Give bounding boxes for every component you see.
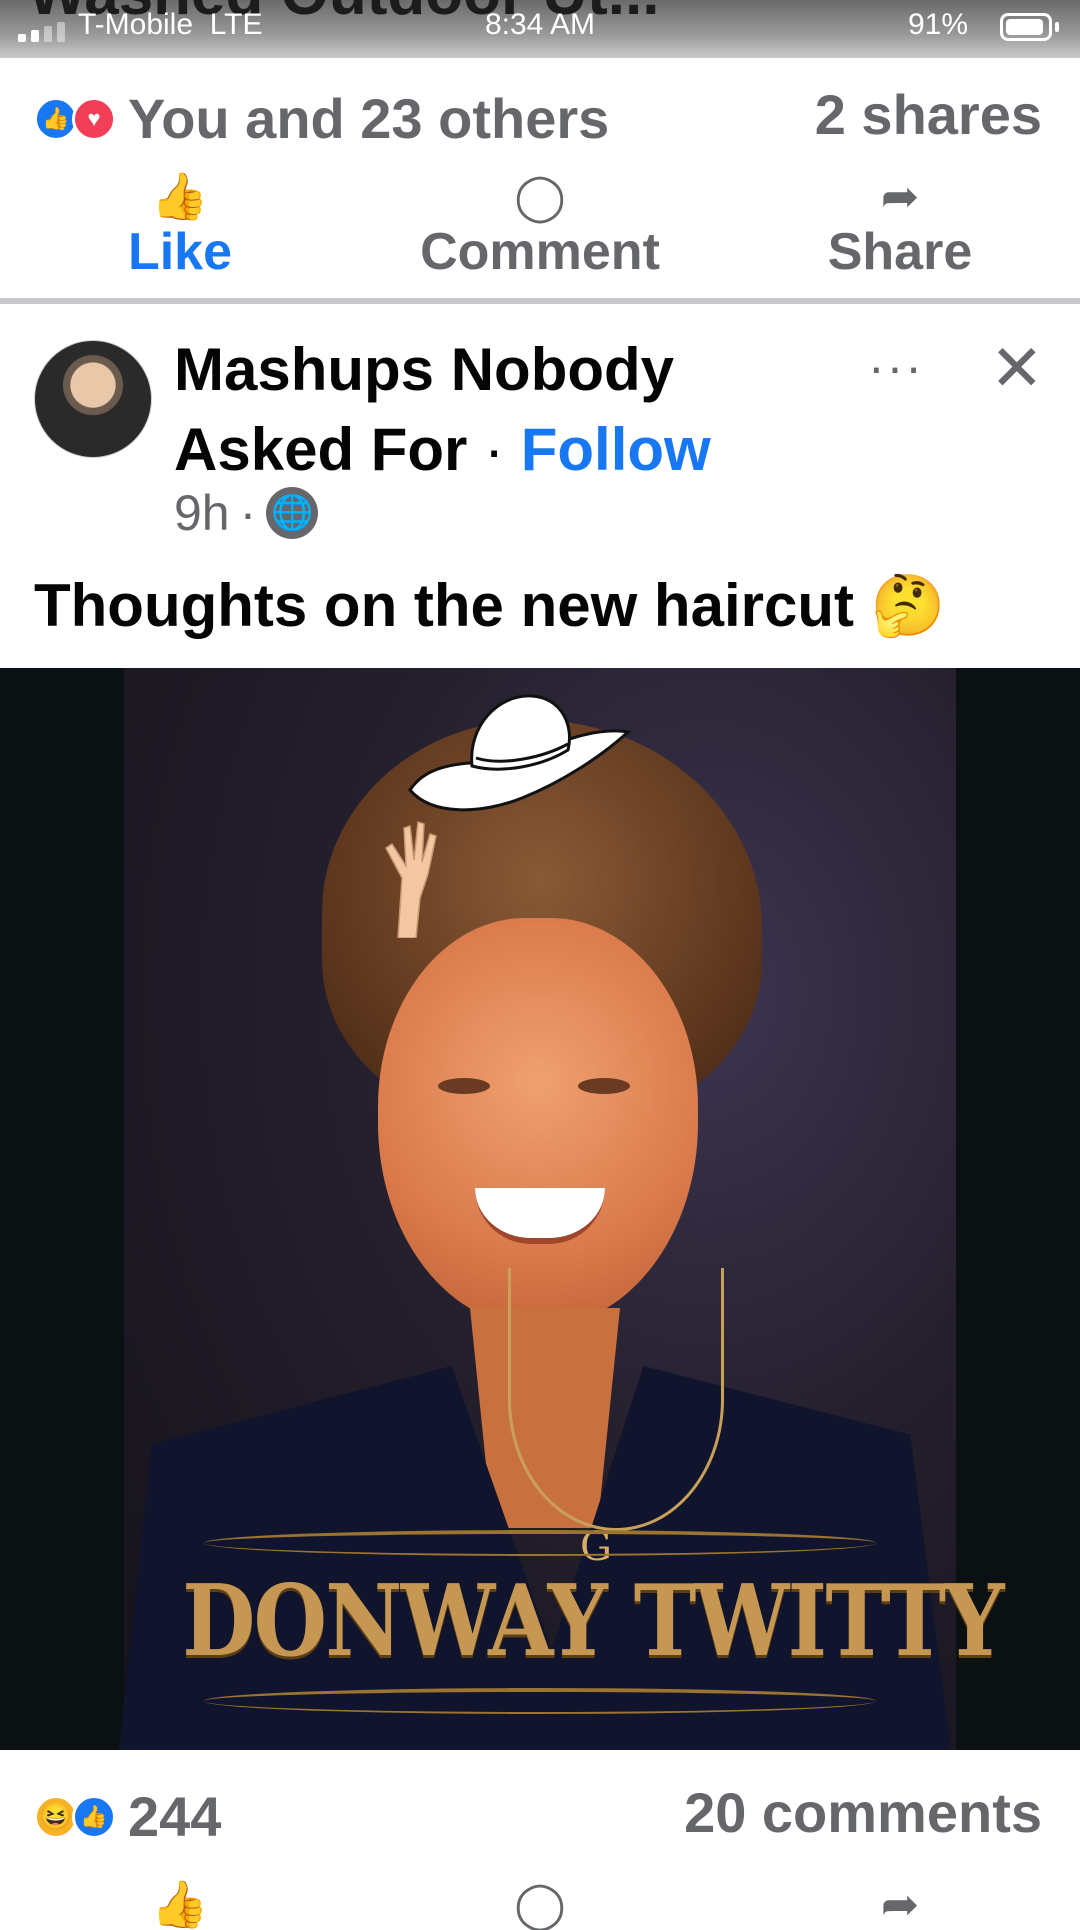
image-left-eye (438, 1078, 490, 1094)
prev-post-reaction-summary: You and 23 others (128, 87, 610, 150)
post-comment-button[interactable]: ◯ (390, 1878, 690, 1930)
image-title: DONWAY TWITTY (182, 1564, 1004, 1679)
comment-button[interactable]: ◯ Comment (390, 170, 690, 282)
share-button[interactable]: ➦ Share (750, 170, 1050, 282)
share-arrow-icon: ➦ (880, 170, 920, 222)
like-button[interactable]: 👍 Like (30, 170, 330, 282)
meta-separator: · (239, 485, 257, 541)
like-icon: 👍 (72, 1794, 116, 1839)
image-right-eye (578, 1078, 630, 1094)
battery-nub (1055, 22, 1059, 32)
bottom-ornament (204, 1688, 876, 1714)
author-separator: · (484, 416, 505, 483)
status-bar: T-Mobile LTE 8:34 AM 91% (0, 0, 1080, 58)
hand-sticker (385, 820, 437, 938)
follow-button[interactable]: Follow (521, 416, 711, 483)
battery-icon (1000, 13, 1052, 41)
image-face (378, 918, 698, 1328)
thumbs-up-icon: 👍 (151, 170, 209, 222)
image-necklace (508, 1268, 724, 1531)
prev-post-reactions[interactable]: 👍 ♥ You and 23 others (34, 86, 609, 151)
top-ornament (204, 1530, 876, 1556)
author-avatar[interactable] (34, 340, 152, 458)
author-name-line2[interactable]: Asked For (174, 416, 467, 483)
post-caption: Thoughts on the new haircut 🤔 (34, 572, 946, 639)
prev-post-shares[interactable]: 2 shares (815, 82, 1042, 147)
post-like-button[interactable]: 👍 (30, 1878, 330, 1930)
thumbs-up-icon: 👍 (151, 1878, 209, 1930)
more-options-icon[interactable]: ··· (868, 338, 924, 396)
image-title-art: DONWAY TWITTY (124, 1530, 1004, 1714)
share-arrow-icon: ➦ (880, 1878, 920, 1930)
close-icon[interactable]: ✕ (990, 336, 1044, 400)
comment-bubble-icon: ◯ (514, 1878, 566, 1930)
post-divider (0, 298, 1080, 304)
post-reaction-count: 244 (128, 1785, 222, 1848)
comment-bubble-icon: ◯ (514, 170, 566, 222)
post-reactions[interactable]: 😆 👍 244 (34, 1784, 221, 1849)
post-time[interactable]: 9h (174, 484, 230, 542)
post-comments-count[interactable]: 20 comments (684, 1780, 1042, 1845)
post-meta: 9h · 🌐 (174, 484, 319, 542)
globe-icon: 🌐 (266, 487, 319, 539)
post-image[interactable]: G DONWAY TWITTY (0, 668, 1080, 1750)
post-author: Mashups Nobody Asked For · Follow (174, 330, 874, 490)
post-share-button[interactable]: ➦ (750, 1878, 1050, 1930)
battery-percent: 91% (908, 8, 969, 41)
love-icon: ♥ (72, 96, 116, 141)
author-name-line1[interactable]: Mashups Nobody (174, 336, 674, 403)
